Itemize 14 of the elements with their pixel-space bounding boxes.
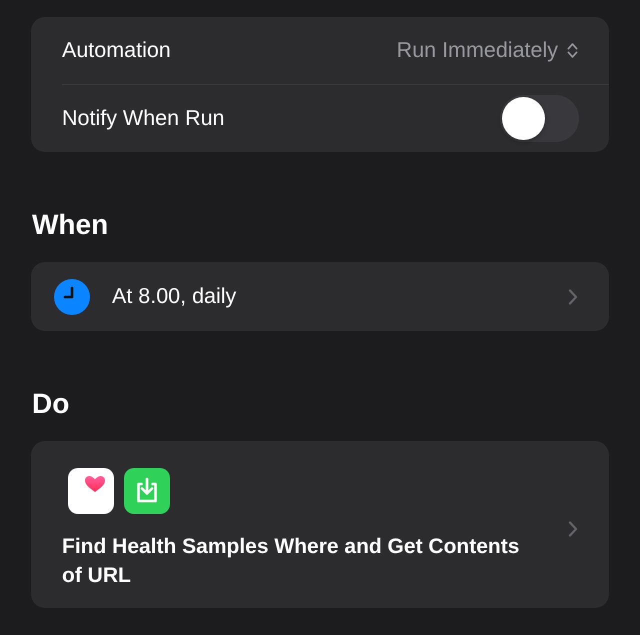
chevron-right-icon xyxy=(568,288,578,304)
section-heading: When xyxy=(32,208,110,242)
automation-picker[interactable]: Run Immediately xyxy=(396,38,578,63)
section-heading: Do xyxy=(32,387,70,421)
heart-tile-icon xyxy=(68,468,114,514)
setting-label: Notify When Run xyxy=(62,106,225,131)
setting-label: Automation xyxy=(62,38,171,63)
action-row[interactable]: Find Health Samples Where and Get Contents of URL xyxy=(31,441,609,608)
clock-icon xyxy=(54,278,90,314)
chevron-right-icon xyxy=(568,521,578,537)
up-down-chevron-icon xyxy=(567,42,578,59)
trigger-row[interactable]: At 8.00, daily xyxy=(31,262,609,331)
toggle-switch[interactable] xyxy=(500,95,579,142)
download-icon xyxy=(124,468,170,514)
